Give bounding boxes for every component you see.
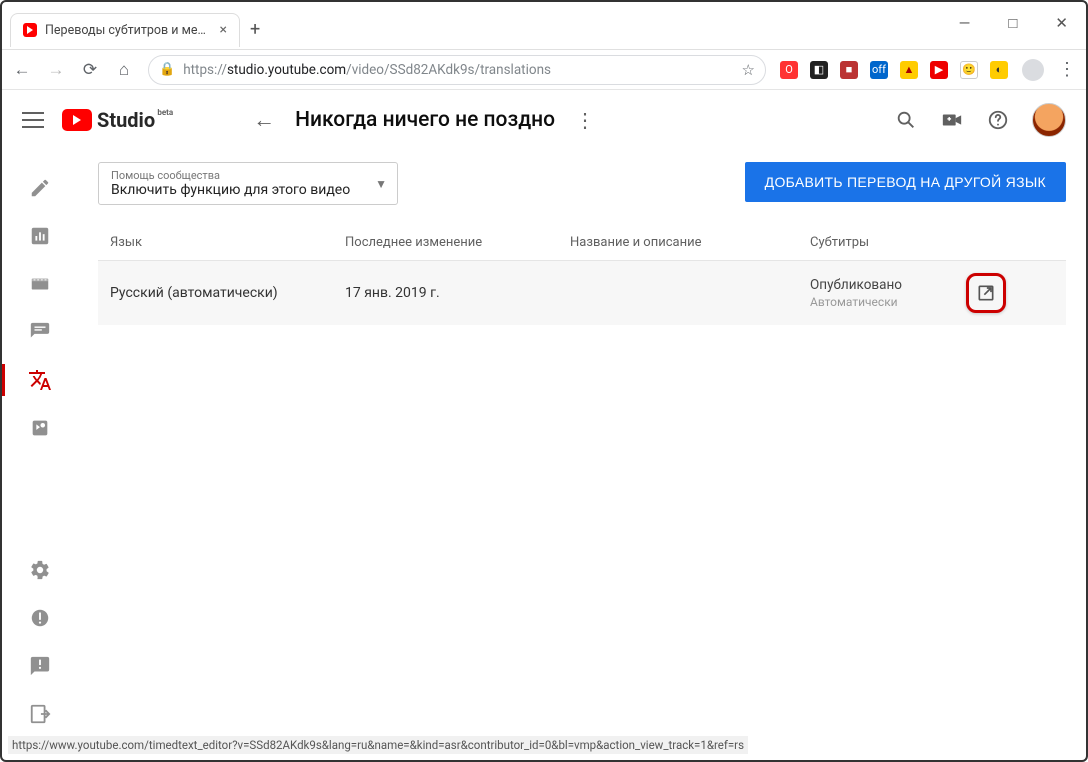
dropdown-value: Включить функцию для этого видео	[111, 182, 385, 198]
sidebar-item-classic[interactable]	[2, 690, 78, 738]
sidebar-item-details[interactable]	[2, 164, 78, 212]
help-icon[interactable]	[986, 108, 1010, 132]
youtube-logo-icon	[62, 109, 92, 131]
nav-forward-icon[interactable]: →	[46, 60, 66, 80]
sidebar-item-feedback[interactable]	[2, 642, 78, 690]
sidebar-item-comments[interactable]	[2, 308, 78, 356]
sidebar-item-other[interactable]	[2, 404, 78, 452]
channel-avatar[interactable]	[1032, 103, 1066, 137]
window-maximize[interactable]: □	[1008, 14, 1017, 32]
lock-icon: 🔒	[159, 62, 175, 77]
youtube-favicon	[23, 23, 37, 37]
url-text: https://studio.youtube.com/video/SSd82AK…	[183, 62, 551, 78]
studio-logo-text: Studiobeta	[97, 108, 155, 132]
more-options-icon[interactable]: ⋮	[575, 108, 595, 132]
extension-icon[interactable]: ▲	[900, 61, 918, 79]
community-help-dropdown[interactable]: Помощь сообщества Включить функцию для э…	[98, 162, 398, 205]
main-content: Помощь сообщества Включить функцию для э…	[78, 150, 1086, 738]
studio-logo[interactable]: Studiobeta	[62, 108, 155, 132]
tab-title: Переводы субтитров и метадан...	[45, 23, 212, 38]
sidebar-item-settings[interactable]	[2, 546, 78, 594]
column-title-desc: Название и описание	[570, 235, 810, 250]
chevron-down-icon: ▼	[375, 177, 387, 191]
table-row[interactable]: Русский (автоматически) 17 янв. 2019 г. …	[98, 261, 1066, 325]
window-minimize[interactable]: —	[959, 14, 971, 32]
sidebar-item-analytics[interactable]	[2, 212, 78, 260]
extension-icon[interactable]: ■	[840, 61, 858, 79]
subtitle-status: Опубликовано	[810, 277, 1054, 293]
bookmark-star-icon[interactable]: ☆	[742, 61, 755, 79]
nav-home-icon[interactable]: ⌂	[114, 60, 134, 80]
page-title: Никогда ничего не поздно	[295, 108, 555, 132]
extension-icon[interactable]: ◧	[810, 61, 828, 79]
back-arrow-icon[interactable]: ←	[253, 107, 275, 133]
sidebar	[2, 150, 78, 738]
browser-toolbar: ← → ⟳ ⌂ 🔒 https://studio.youtube.com/vid…	[2, 50, 1086, 90]
status-bar-url: https://www.youtube.com/timedtext_editor…	[8, 736, 748, 754]
dropdown-label: Помощь сообщества	[111, 169, 385, 182]
extensions-area: O ◧ ■ off ▲ ▶ 🙂 ◐	[780, 61, 1008, 79]
nav-reload-icon[interactable]: ⟳	[80, 60, 100, 80]
extension-icon[interactable]: 🙂	[960, 61, 978, 79]
cell-modified: 17 янв. 2019 г.	[345, 285, 570, 301]
open-in-editor-button[interactable]	[966, 273, 1006, 313]
browser-tabstrip: Переводы субтитров и метадан... × +	[2, 10, 1086, 50]
extension-icon[interactable]: ▶	[930, 61, 948, 79]
extension-icon[interactable]: off	[870, 61, 888, 79]
new-tab-button[interactable]: +	[250, 19, 260, 40]
studio-header: Studiobeta ← Никогда ничего не поздно ⋮	[2, 90, 1086, 150]
browser-tab[interactable]: Переводы субтитров и метадан... ×	[10, 13, 240, 47]
subtitle-auto-label: Автоматически	[810, 295, 1054, 309]
open-external-icon	[976, 283, 996, 303]
tab-close-icon[interactable]: ×	[220, 22, 227, 38]
extension-icon[interactable]: ◐	[990, 61, 1008, 79]
profile-avatar[interactable]	[1022, 59, 1044, 81]
nav-back-icon[interactable]: ←	[12, 60, 32, 80]
extension-icon[interactable]: O	[780, 61, 798, 79]
column-subtitles: Субтитры	[810, 235, 1054, 250]
column-language: Язык	[110, 235, 345, 250]
omnibox[interactable]: 🔒 https://studio.youtube.com/video/SSd82…	[148, 55, 766, 85]
browser-menu-icon[interactable]: ⋮	[1058, 59, 1076, 80]
menu-burger-icon[interactable]	[22, 112, 44, 128]
sidebar-item-whatsnew[interactable]	[2, 594, 78, 642]
search-icon[interactable]	[894, 108, 918, 132]
create-video-icon[interactable]	[940, 108, 964, 132]
window-close[interactable]: ✕	[1055, 14, 1068, 32]
add-translation-button[interactable]: ДОБАВИТЬ ПЕРЕВОД НА ДРУГОЙ ЯЗЫК	[745, 162, 1066, 202]
sidebar-item-translations[interactable]	[2, 356, 78, 404]
cell-language: Русский (автоматически)	[110, 285, 345, 301]
sidebar-item-editor[interactable]	[2, 260, 78, 308]
cell-subtitles: Опубликовано Автоматически	[810, 277, 1054, 309]
column-modified: Последнее изменение	[345, 235, 570, 250]
table-header: Язык Последнее изменение Название и опис…	[98, 225, 1066, 261]
